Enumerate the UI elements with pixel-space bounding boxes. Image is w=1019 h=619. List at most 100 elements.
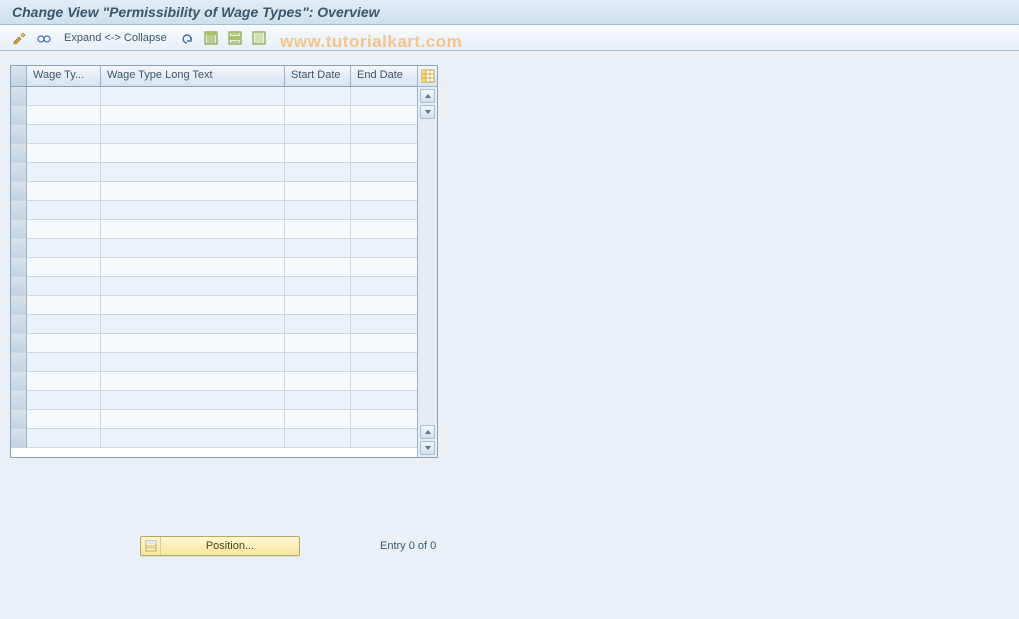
cell-start-date[interactable] xyxy=(285,163,351,182)
cell-wage-type[interactable] xyxy=(27,277,101,296)
table-row[interactable] xyxy=(11,334,417,353)
cell-long-text[interactable] xyxy=(101,258,285,277)
table-row[interactable] xyxy=(11,201,417,220)
cell-start-date[interactable] xyxy=(285,353,351,372)
cell-wage-type[interactable] xyxy=(27,258,101,277)
table-row[interactable] xyxy=(11,296,417,315)
cell-start-date[interactable] xyxy=(285,144,351,163)
cell-start-date[interactable] xyxy=(285,391,351,410)
row-selector[interactable] xyxy=(11,239,27,258)
select-block-icon[interactable] xyxy=(225,29,245,47)
cell-wage-type[interactable] xyxy=(27,410,101,429)
cell-start-date[interactable] xyxy=(285,277,351,296)
cell-long-text[interactable] xyxy=(101,182,285,201)
row-selector[interactable] xyxy=(11,334,27,353)
cell-end-date[interactable] xyxy=(351,353,417,372)
position-button[interactable]: Position... xyxy=(140,536,300,556)
cell-end-date[interactable] xyxy=(351,144,417,163)
row-selector[interactable] xyxy=(11,144,27,163)
row-selector[interactable] xyxy=(11,220,27,239)
cell-start-date[interactable] xyxy=(285,106,351,125)
table-row[interactable] xyxy=(11,258,417,277)
cell-start-date[interactable] xyxy=(285,334,351,353)
table-row[interactable] xyxy=(11,239,417,258)
cell-end-date[interactable] xyxy=(351,163,417,182)
cell-wage-type[interactable] xyxy=(27,144,101,163)
cell-long-text[interactable] xyxy=(101,144,285,163)
cell-end-date[interactable] xyxy=(351,220,417,239)
table-row[interactable] xyxy=(11,391,417,410)
cell-wage-type[interactable] xyxy=(27,315,101,334)
row-selector[interactable] xyxy=(11,410,27,429)
table-settings-icon[interactable] xyxy=(418,66,437,87)
cell-wage-type[interactable] xyxy=(27,220,101,239)
col-long-text[interactable]: Wage Type Long Text xyxy=(101,66,285,86)
cell-end-date[interactable] xyxy=(351,277,417,296)
cell-long-text[interactable] xyxy=(101,429,285,448)
row-selector[interactable] xyxy=(11,182,27,201)
table-row[interactable] xyxy=(11,220,417,239)
table-row[interactable] xyxy=(11,372,417,391)
cell-start-date[interactable] xyxy=(285,125,351,144)
cell-end-date[interactable] xyxy=(351,201,417,220)
row-selector[interactable] xyxy=(11,163,27,182)
scrollbar[interactable] xyxy=(418,87,437,457)
deselect-all-icon[interactable] xyxy=(249,29,269,47)
row-selector[interactable] xyxy=(11,87,27,106)
scroll-up-icon[interactable] xyxy=(420,89,435,103)
glasses-icon[interactable] xyxy=(34,29,54,47)
col-end-date[interactable]: End Date xyxy=(351,66,417,86)
edit-detail-icon[interactable] xyxy=(10,29,30,47)
cell-wage-type[interactable] xyxy=(27,106,101,125)
row-selector[interactable] xyxy=(11,106,27,125)
table-row[interactable] xyxy=(11,106,417,125)
undo-icon[interactable] xyxy=(177,29,197,47)
cell-wage-type[interactable] xyxy=(27,125,101,144)
cell-wage-type[interactable] xyxy=(27,353,101,372)
cell-end-date[interactable] xyxy=(351,391,417,410)
scroll-down-icon[interactable] xyxy=(420,441,435,455)
cell-end-date[interactable] xyxy=(351,410,417,429)
cell-long-text[interactable] xyxy=(101,277,285,296)
cell-start-date[interactable] xyxy=(285,410,351,429)
row-selector[interactable] xyxy=(11,258,27,277)
cell-end-date[interactable] xyxy=(351,315,417,334)
cell-wage-type[interactable] xyxy=(27,163,101,182)
cell-long-text[interactable] xyxy=(101,201,285,220)
cell-wage-type[interactable] xyxy=(27,239,101,258)
cell-end-date[interactable] xyxy=(351,106,417,125)
cell-long-text[interactable] xyxy=(101,334,285,353)
cell-end-date[interactable] xyxy=(351,429,417,448)
cell-end-date[interactable] xyxy=(351,239,417,258)
cell-end-date[interactable] xyxy=(351,372,417,391)
cell-start-date[interactable] xyxy=(285,239,351,258)
cell-long-text[interactable] xyxy=(101,220,285,239)
cell-start-date[interactable] xyxy=(285,372,351,391)
cell-wage-type[interactable] xyxy=(27,429,101,448)
row-selector[interactable] xyxy=(11,429,27,448)
table-row[interactable] xyxy=(11,87,417,106)
table-row[interactable] xyxy=(11,410,417,429)
cell-start-date[interactable] xyxy=(285,182,351,201)
row-selector[interactable] xyxy=(11,125,27,144)
cell-long-text[interactable] xyxy=(101,410,285,429)
cell-start-date[interactable] xyxy=(285,296,351,315)
col-wage-type[interactable]: Wage Ty... xyxy=(27,66,101,86)
cell-wage-type[interactable] xyxy=(27,372,101,391)
scroll-down-icon[interactable] xyxy=(420,105,435,119)
table-row[interactable] xyxy=(11,125,417,144)
cell-wage-type[interactable] xyxy=(27,296,101,315)
row-selector[interactable] xyxy=(11,353,27,372)
cell-end-date[interactable] xyxy=(351,125,417,144)
cell-long-text[interactable] xyxy=(101,163,285,182)
select-all-icon[interactable] xyxy=(201,29,221,47)
table-row[interactable] xyxy=(11,182,417,201)
cell-long-text[interactable] xyxy=(101,315,285,334)
cell-end-date[interactable] xyxy=(351,87,417,106)
cell-end-date[interactable] xyxy=(351,182,417,201)
cell-end-date[interactable] xyxy=(351,258,417,277)
cell-end-date[interactable] xyxy=(351,296,417,315)
cell-start-date[interactable] xyxy=(285,258,351,277)
cell-start-date[interactable] xyxy=(285,87,351,106)
cell-start-date[interactable] xyxy=(285,315,351,334)
